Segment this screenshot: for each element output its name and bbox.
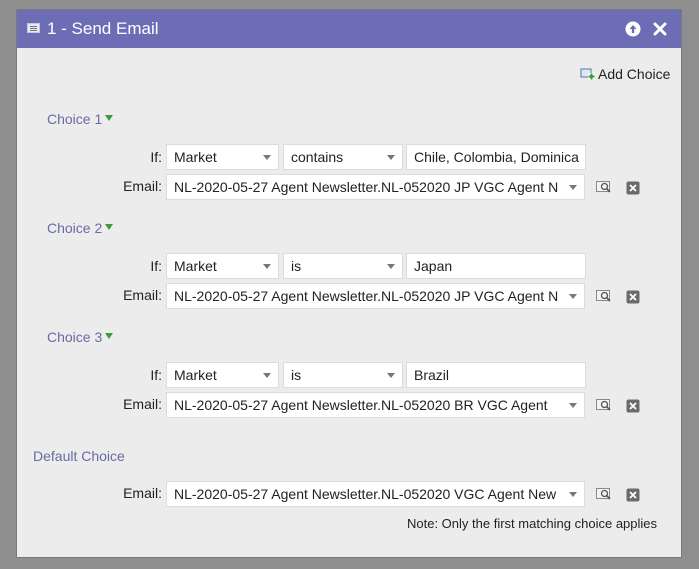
chevron-down-icon [387,264,395,269]
choice-3-header[interactable]: Choice 3 [47,329,114,345]
choice-2-operator-value: is [291,258,302,274]
choice-1-email-select[interactable]: NL-2020-05-27 Agent Newsletter.NL-052020… [166,174,585,200]
choice-1-email-value: NL-2020-05-27 Agent Newsletter.NL-052020… [174,179,559,195]
preview-icon[interactable] [596,487,612,501]
first-match-note: Note: Only the first matching choice app… [407,516,658,531]
preview-icon[interactable] [596,180,612,194]
triangle-down-icon[interactable] [105,333,114,340]
choice-2-field-value: Market [174,258,217,274]
choice-3-label: Choice 3 [47,329,103,345]
close-icon[interactable] [652,21,668,37]
choice-2-value-input[interactable]: Japan [406,253,586,279]
email-label: Email: [123,396,162,412]
arrow-up-icon[interactable] [625,21,641,37]
chevron-down-icon [263,264,271,269]
choice-3-field-value: Market [174,367,217,383]
delete-icon[interactable] [626,290,642,304]
default-email-value: NL-2020-05-27 Agent Newsletter.NL-052020… [174,486,557,502]
delete-icon[interactable] [626,181,642,195]
chevron-down-icon [569,294,577,299]
triangle-down-icon[interactable] [105,224,114,231]
choice-1-value-input[interactable]: Chile, Colombia, Dominica [406,144,586,170]
choice-1-field-value: Market [174,149,217,165]
preview-icon[interactable] [596,289,612,303]
add-choice-icon [580,66,596,82]
email-label: Email: [123,485,162,501]
dialog-titlebar: 1 - Send Email [17,10,681,48]
send-email-dialog: 1 - Send Email Add Choice Choice 1 If: M… [17,10,681,557]
email-step-icon [27,23,40,33]
choice-2-header[interactable]: Choice 2 [47,220,114,236]
choice-3-email-select[interactable]: NL-2020-05-27 Agent Newsletter.NL-052020… [166,392,585,418]
choice-1-operator-value: contains [291,149,344,165]
chevron-down-icon [263,373,271,378]
if-label: If: [150,149,162,165]
choice-3-operator-select[interactable]: is [283,362,403,388]
choice-2-email-select[interactable]: NL-2020-05-27 Agent Newsletter.NL-052020… [166,283,585,309]
email-label: Email: [123,178,162,194]
default-choice-label: Default Choice [33,448,125,464]
choice-2-label: Choice 2 [47,220,103,236]
choice-1-header[interactable]: Choice 1 [47,111,114,127]
choice-2-field-select[interactable]: Market [166,253,279,279]
choice-3-operator-value: is [291,367,302,383]
chevron-down-icon [387,373,395,378]
dialog-title: 1 - Send Email [47,19,159,38]
chevron-down-icon [387,155,395,160]
choice-2-email-value: NL-2020-05-27 Agent Newsletter.NL-052020… [174,288,559,304]
chevron-down-icon [569,185,577,190]
default-email-select[interactable]: NL-2020-05-27 Agent Newsletter.NL-052020… [166,481,585,507]
choice-3-field-select[interactable]: Market [166,362,279,388]
add-choice-label: Add Choice [598,66,671,82]
chevron-down-icon [263,155,271,160]
preview-icon[interactable] [596,398,612,412]
delete-icon[interactable] [626,399,642,413]
choice-1-operator-select[interactable]: contains [283,144,403,170]
chevron-down-icon [569,403,577,408]
choice-3-email-value: NL-2020-05-27 Agent Newsletter.NL-052020… [174,397,548,413]
choice-3-value-input[interactable]: Brazil [406,362,586,388]
if-label: If: [150,258,162,274]
if-label: If: [150,367,162,383]
choice-2-operator-select[interactable]: is [283,253,403,279]
choice-1-field-select[interactable]: Market [166,144,279,170]
triangle-down-icon[interactable] [105,115,114,122]
email-label: Email: [123,287,162,303]
chevron-down-icon [569,492,577,497]
add-choice-button[interactable]: Add Choice [580,66,670,82]
choice-1-label: Choice 1 [47,111,103,127]
delete-icon[interactable] [626,488,642,502]
